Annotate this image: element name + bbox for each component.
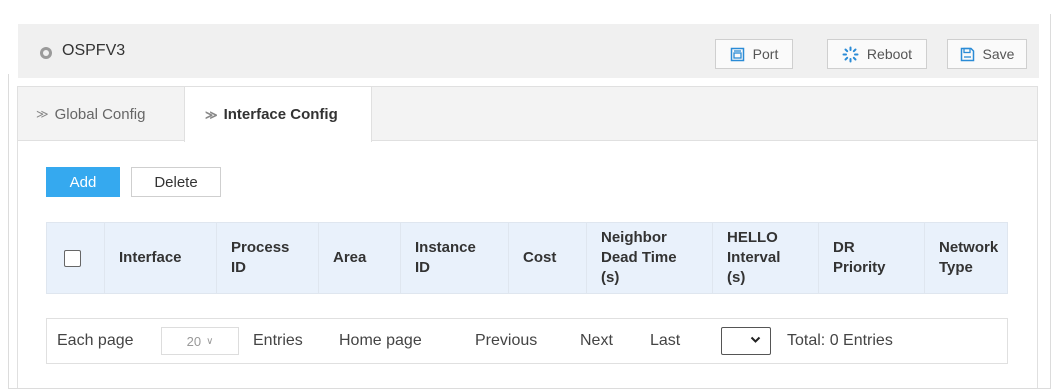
tab-interface-config-label: Interface Config [223, 106, 338, 123]
column-header-area[interactable]: Area [319, 223, 401, 293]
column-header-process-id-label: Process ID [231, 239, 290, 276]
title-bar: OSPFV3 Port Reboot Save [8, 14, 1049, 78]
column-header-interface[interactable]: Interface [105, 223, 217, 293]
chevron-right-icon: ≫ [205, 107, 218, 122]
column-header-instance-id-label: Instance ID [415, 239, 476, 276]
delete-button[interactable]: Delete [131, 167, 221, 197]
tab-global-config[interactable]: ≫ Global Config [18, 87, 184, 141]
reboot-button-label: Reboot [866, 46, 913, 62]
add-button[interactable]: Add [46, 167, 120, 197]
page-size-select[interactable]: 20 ∨ [161, 327, 239, 355]
save-icon [960, 47, 975, 62]
port-button[interactable]: Port [715, 39, 793, 69]
previous-link[interactable]: Previous [475, 319, 537, 363]
column-header-hello-interval[interactable]: HELLO Interval (s) [713, 223, 819, 293]
title-bar-panel: OSPFV3 Port Reboot Save [18, 24, 1039, 78]
reboot-icon [842, 46, 859, 63]
pagination-bar: Each page 20 ∨ Entries Home page Previou… [46, 318, 1008, 364]
chevron-right-icon: ≫ [36, 107, 49, 121]
tab-panel: ≫ Global Config ≫ Interface Config Add D… [17, 86, 1038, 388]
column-header-network-type[interactable]: Network Type [925, 223, 1007, 293]
tab-global-config-label: Global Config [54, 105, 146, 123]
table-header: Interface Process ID Area Instance ID Co… [46, 222, 1008, 294]
port-icon [730, 47, 745, 62]
column-header-dr-priority-label: DR Priority [833, 239, 886, 276]
tab-interface-config[interactable]: ≫ Interface Config [184, 87, 372, 142]
column-header-instance-id[interactable]: Instance ID [401, 223, 509, 293]
column-header-neighbor-dead-time-label: Neighbor Dead Time (s) [601, 229, 677, 286]
save-button-label: Save [982, 46, 1015, 62]
total-entries-text: Total: 0 Entries [787, 332, 893, 349]
column-header-dr-priority[interactable]: DR Priority [819, 223, 925, 293]
column-header-neighbor-dead-time[interactable]: Neighbor Dead Time (s) [587, 223, 713, 293]
entries-label: Entries [253, 332, 303, 349]
location-pin-icon [40, 47, 52, 59]
tab-bar: ≫ Global Config ≫ Interface Config [18, 87, 1037, 142]
each-page-label: Each page [57, 332, 134, 349]
last-link[interactable]: Last [650, 319, 680, 363]
page-jump-select[interactable] [721, 327, 771, 355]
chevron-down-icon [750, 335, 761, 347]
column-header-cost[interactable]: Cost [509, 223, 587, 293]
reboot-button[interactable]: Reboot [827, 39, 927, 69]
page-size-value: 20 [186, 333, 202, 349]
column-header-network-type-label: Network Type [939, 239, 999, 276]
column-header-process-id[interactable]: Process ID [217, 223, 319, 293]
select-all-cell [47, 223, 105, 293]
save-button[interactable]: Save [947, 39, 1027, 69]
page-title: OSPFV3 [62, 42, 126, 59]
chevron-down-icon: ∨ [206, 335, 214, 347]
port-button-label: Port [752, 46, 779, 62]
column-header-hello-interval-label: HELLO Interval (s) [727, 229, 781, 286]
home-page-link[interactable]: Home page [339, 319, 422, 363]
next-link[interactable]: Next [580, 319, 613, 363]
select-all-checkbox[interactable] [64, 249, 81, 267]
